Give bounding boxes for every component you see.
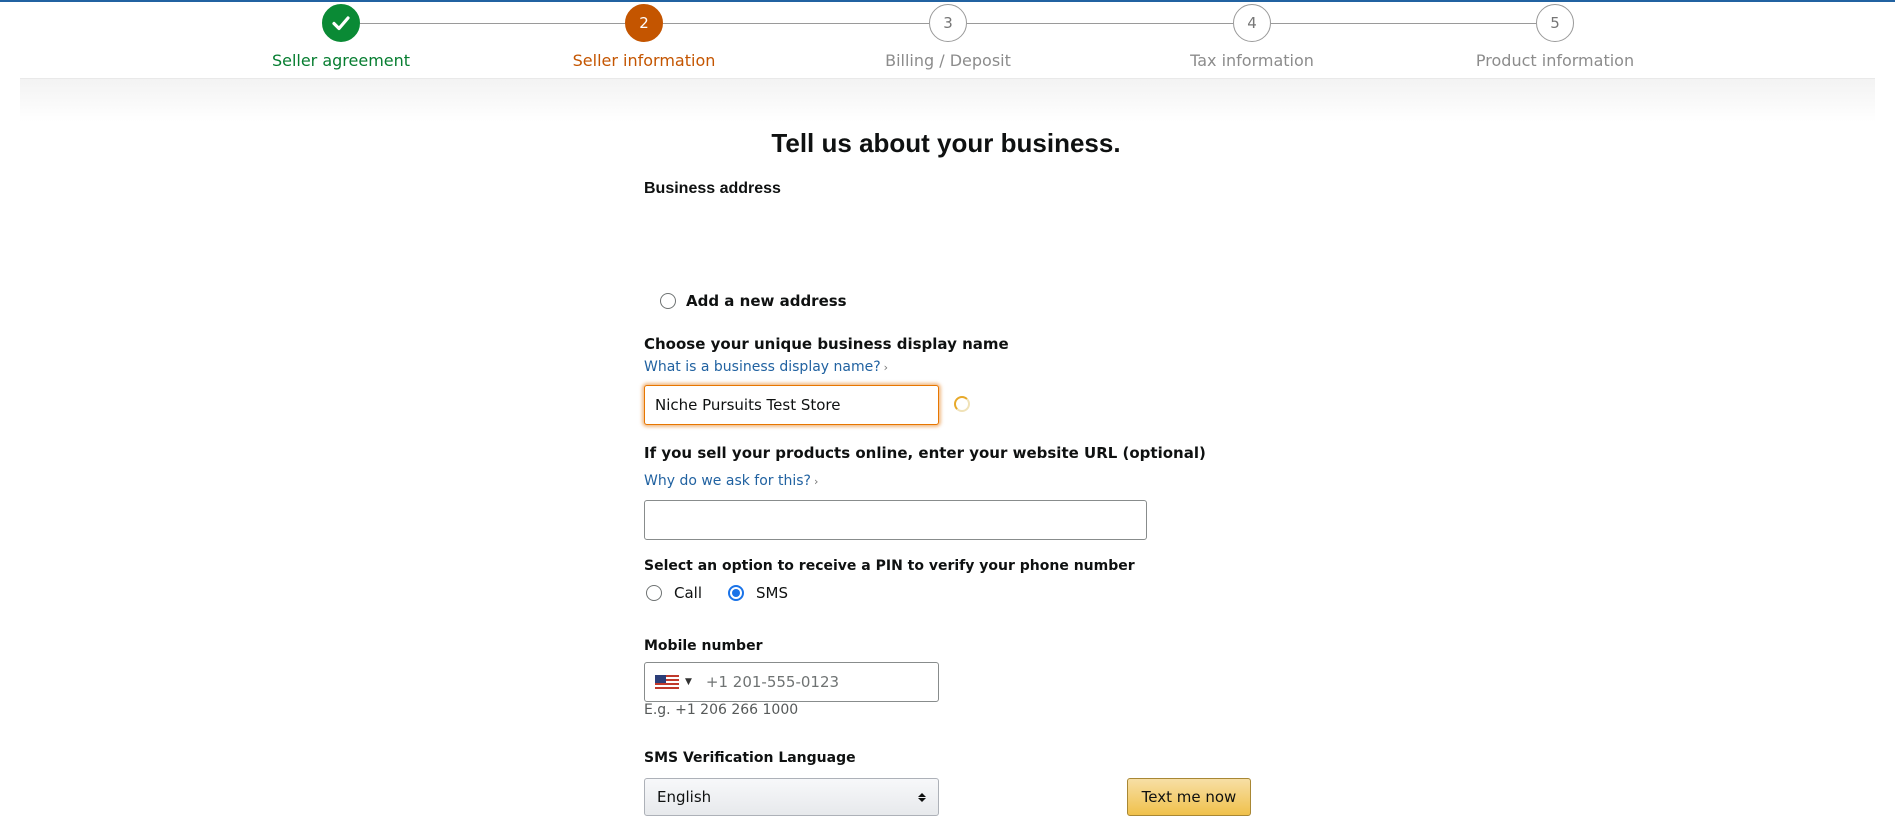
pin-option-label: Select an option to receive a PIN to ver… (644, 558, 1135, 574)
website-url-label: If you sell your products online, enter … (644, 444, 1206, 462)
step-product-information[interactable]: 5 Product information (1405, 4, 1705, 70)
website-help-text: Why do we ask for this? (644, 473, 811, 489)
display-name-help-text: What is a business display name? (644, 359, 881, 375)
business-address-label: Business address (644, 180, 781, 197)
chevron-right-icon: › (883, 361, 889, 374)
website-help-link[interactable]: Why do we ask for this? › (644, 473, 818, 489)
add-address-label: Add a new address (686, 292, 847, 310)
checkmark-icon (332, 16, 350, 31)
loading-spinner-icon (954, 396, 970, 412)
step-label: Seller agreement (271, 51, 411, 70)
display-name-value: Niche Pursuits Test Store (655, 396, 841, 414)
pin-option-call[interactable]: Call (646, 584, 702, 602)
step-seller-agreement[interactable]: Seller agreement (191, 4, 491, 70)
step-label: Product information (1475, 51, 1635, 70)
caret-down-icon[interactable]: ▼ (685, 677, 692, 687)
step-number: 5 (1536, 4, 1574, 42)
mobile-number-example: E.g. +1 206 266 1000 (644, 702, 799, 718)
display-name-label: Choose your unique business display name (644, 335, 1009, 353)
us-flag-icon[interactable] (655, 675, 679, 689)
select-arrows-icon (918, 792, 926, 802)
mobile-number-input[interactable]: ▼ +1 201-555-0123 (644, 662, 939, 702)
add-address-radio[interactable] (660, 293, 676, 309)
sms-label: SMS (756, 584, 789, 602)
call-label: Call (674, 584, 703, 602)
sms-language-select[interactable]: English (644, 778, 939, 816)
mobile-number-placeholder: +1 201-555-0123 (705, 673, 840, 691)
mobile-number-label: Mobile number (644, 638, 763, 654)
website-url-input[interactable] (644, 500, 1147, 540)
page-title: Tell us about your business. (771, 128, 1121, 158)
sms-language-label: SMS Verification Language (644, 750, 856, 766)
chevron-right-icon: › (813, 475, 819, 488)
call-radio[interactable] (646, 585, 662, 601)
add-address-option[interactable]: Add a new address (660, 292, 847, 310)
sms-language-value: English (657, 788, 712, 806)
display-name-input[interactable]: Niche Pursuits Test Store (644, 385, 939, 425)
text-me-now-button[interactable]: Text me now (1127, 778, 1251, 816)
pin-option-group: Call SMS (646, 584, 814, 602)
seller-information-form: Tell us about your business. Business ad… (644, 0, 1254, 831)
display-name-help-link[interactable]: What is a business display name? › (644, 359, 888, 375)
pin-option-sms[interactable]: SMS (728, 584, 788, 602)
sms-radio[interactable] (728, 585, 745, 601)
step-complete-circle (322, 4, 360, 42)
